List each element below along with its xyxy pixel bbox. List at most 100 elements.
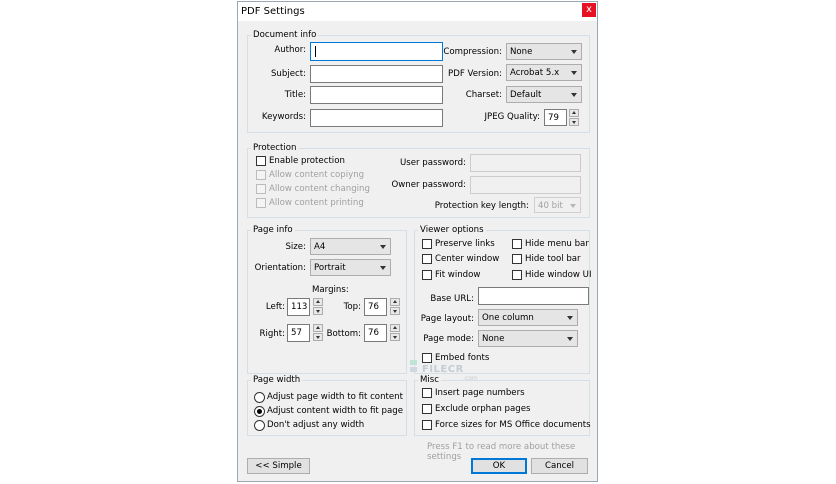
pdf-settings-dialog: PDF Settings x Document info Author: Sub… — [237, 1, 598, 482]
keywords-input[interactable] — [310, 109, 443, 127]
spin-up-button[interactable] — [569, 109, 579, 117]
fit-window-label: Fit window — [435, 270, 481, 280]
subject-input[interactable] — [310, 65, 443, 83]
no-adjust-radio[interactable] — [254, 420, 265, 431]
enable-protection-checkbox[interactable] — [256, 156, 266, 166]
bottom-margin-label: Bottom: — [326, 329, 361, 339]
chevron-down-icon — [571, 50, 577, 54]
insert-page-numbers-label: Insert page numbers — [435, 388, 525, 398]
chevron-down-icon — [380, 266, 386, 270]
embed-fonts-checkbox[interactable] — [422, 353, 432, 363]
compression-select[interactable]: None — [506, 43, 582, 60]
misc-title: Misc — [418, 375, 442, 386]
margins-label: Margins: — [312, 285, 349, 295]
size-label: Size: — [285, 242, 306, 252]
pdf-version-select[interactable]: Acrobat 5.x — [506, 64, 582, 81]
chevron-down-icon — [380, 245, 386, 249]
pdf-version-value: Acrobat 5.x — [510, 68, 560, 78]
allow-copy-checkbox[interactable] — [256, 170, 266, 180]
title-input[interactable] — [310, 86, 443, 104]
left-margin-value: 113 — [291, 302, 308, 312]
size-value: A4 — [314, 242, 326, 252]
charset-value: Default — [510, 90, 542, 100]
spin-down-button[interactable] — [313, 333, 323, 341]
cancel-button[interactable]: Cancel — [531, 458, 588, 474]
spin-down-button[interactable] — [313, 307, 323, 315]
simple-button[interactable]: << Simple — [247, 458, 310, 474]
page-mode-select[interactable]: None — [478, 330, 578, 347]
force-sizes-label: Force sizes for MS Office documents — [435, 420, 591, 430]
charset-select[interactable]: Default — [506, 86, 582, 103]
orientation-select[interactable]: Portrait — [310, 259, 391, 276]
no-adjust-label: Don't adjust any width — [267, 420, 365, 430]
size-select[interactable]: A4 — [310, 238, 391, 255]
spin-up-button[interactable] — [390, 298, 400, 306]
ok-button[interactable]: OK — [471, 458, 527, 474]
user-password-label: User password: — [399, 158, 466, 168]
fit-content-radio[interactable] — [254, 392, 265, 403]
orientation-value: Portrait — [314, 263, 346, 273]
hide-tool-bar-checkbox[interactable] — [512, 254, 522, 264]
protection-title: Protection — [251, 143, 299, 154]
author-label: Author: — [274, 45, 306, 55]
insert-page-numbers-checkbox[interactable] — [422, 388, 432, 398]
left-margin-label: Left: — [265, 302, 285, 312]
page-width-title: Page width — [251, 375, 303, 386]
key-length-select[interactable]: 40 bit — [534, 197, 581, 213]
base-url-input[interactable] — [478, 287, 589, 305]
hide-window-ui-label: Hide window UI — [525, 270, 592, 280]
allow-print-label: Allow content printing — [269, 198, 364, 208]
center-window-checkbox[interactable] — [422, 254, 432, 264]
hide-window-ui-checkbox[interactable] — [512, 270, 522, 280]
chevron-down-icon — [567, 316, 573, 320]
hide-menu-bar-label: Hide menu bar — [525, 239, 589, 249]
charset-label: Charset: — [465, 90, 502, 100]
spin-down-button[interactable] — [390, 307, 400, 315]
embed-fonts-label: Embed fonts — [435, 353, 490, 363]
spin-up-button[interactable] — [313, 324, 323, 332]
fit-page-radio[interactable] — [254, 406, 265, 417]
allow-print-checkbox[interactable] — [256, 198, 266, 208]
fit-content-label: Adjust page width to fit content — [267, 392, 403, 402]
watermark-domain: .com — [463, 375, 478, 382]
pdf-version-label: PDF Version: — [448, 69, 502, 79]
document-info-title: Document info — [251, 30, 319, 41]
top-margin-input[interactable]: 76 — [364, 298, 387, 316]
author-input[interactable] — [310, 42, 443, 61]
watermark-brand: FILECR — [422, 364, 464, 375]
spin-up-button[interactable] — [313, 298, 323, 306]
base-url-label: Base URL: — [430, 294, 474, 304]
page-layout-value: One column — [482, 313, 534, 323]
user-password-input[interactable] — [470, 154, 581, 172]
close-button[interactable]: x — [582, 3, 596, 17]
key-length-value: 40 bit — [538, 201, 563, 211]
top-margin-value: 76 — [368, 302, 379, 312]
page-layout-select[interactable]: One column — [478, 309, 578, 326]
owner-password-input[interactable] — [470, 176, 581, 194]
watermark-logo-icon — [410, 360, 417, 372]
chevron-down-icon — [571, 93, 577, 97]
window-title: PDF Settings — [241, 6, 305, 17]
bottom-margin-input[interactable]: 76 — [364, 324, 387, 342]
compression-label: Compression: — [443, 47, 502, 57]
allow-change-checkbox[interactable] — [256, 184, 266, 194]
jpeg-quality-input[interactable]: 79 — [544, 109, 567, 126]
left-margin-input[interactable]: 113 — [287, 298, 310, 316]
page-info-title: Page info — [251, 225, 295, 236]
spin-down-button[interactable] — [569, 118, 579, 126]
enable-protection-label: Enable protection — [269, 156, 345, 166]
spin-up-button[interactable] — [390, 324, 400, 332]
owner-password-label: Owner password: — [391, 180, 467, 190]
center-window-label: Center window — [435, 254, 500, 264]
orientation-label: Orientation: — [254, 263, 306, 273]
right-margin-input[interactable]: 57 — [287, 324, 310, 342]
chevron-down-icon — [570, 204, 576, 208]
force-sizes-checkbox[interactable] — [422, 420, 432, 430]
exclude-orphan-checkbox[interactable] — [422, 404, 432, 414]
fit-window-checkbox[interactable] — [422, 270, 432, 280]
spin-down-button[interactable] — [390, 333, 400, 341]
top-margin-label: Top: — [343, 302, 361, 312]
fit-page-label: Adjust content width to fit page — [267, 406, 403, 416]
hide-menu-bar-checkbox[interactable] — [512, 239, 522, 249]
preserve-links-checkbox[interactable] — [422, 239, 432, 249]
